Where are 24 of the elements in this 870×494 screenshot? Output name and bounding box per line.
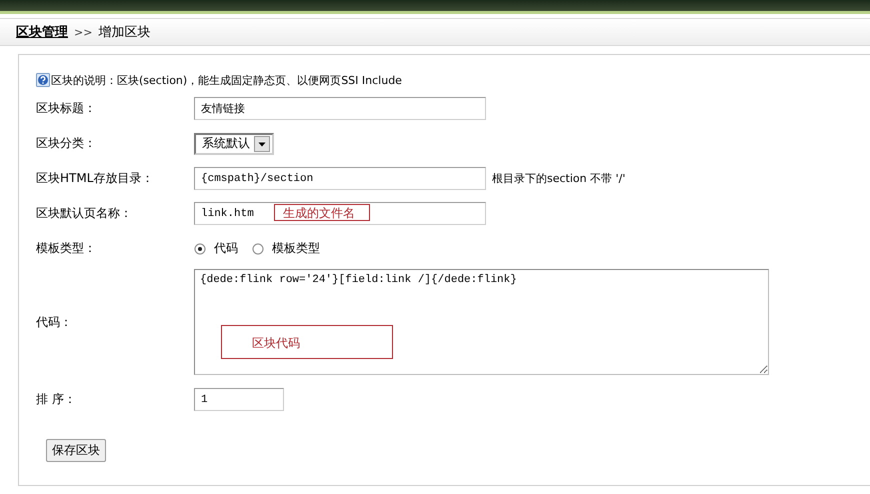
annotation-label: 生成的文件名 <box>274 204 370 221</box>
field-label: 区块默认页名称： <box>36 205 133 222</box>
text-input[interactable]: {cmspath}/section <box>194 167 486 190</box>
breadcrumb-link[interactable]: 区块管理 <box>16 23 68 41</box>
category-dropdown[interactable]: 系统默认 <box>194 132 274 154</box>
radio-button[interactable] <box>252 242 264 254</box>
field-label: 代码： <box>36 314 73 330</box>
sort-input[interactable]: 1 <box>194 388 284 411</box>
field-label: 模板类型： <box>36 240 97 257</box>
field-label: 排 序： <box>36 391 77 408</box>
hint-text: 根目录下的section 不带 '/' <box>492 171 626 186</box>
save-button[interactable]: 保存区块 <box>46 439 106 462</box>
radio-button[interactable] <box>194 242 206 254</box>
field-label: 区块分类： <box>36 135 97 152</box>
help-icon <box>36 73 50 87</box>
text-input[interactable]: 友情链接 <box>194 97 486 120</box>
field-label: 区块标题： <box>36 100 97 117</box>
field-label: 区块HTML存放目录： <box>36 170 154 187</box>
radio-option[interactable]: 模板类型 <box>252 240 320 257</box>
note-text: 区块的说明：区块(section)，能生成固定静态页、以便网页SSI Include <box>51 72 402 88</box>
radio-option[interactable]: 代码 <box>194 240 238 257</box>
breadcrumb-current: 增加区块 <box>98 24 150 41</box>
annotation-label: 区块代码 <box>221 325 393 359</box>
breadcrumb-separator: >> <box>74 26 92 38</box>
